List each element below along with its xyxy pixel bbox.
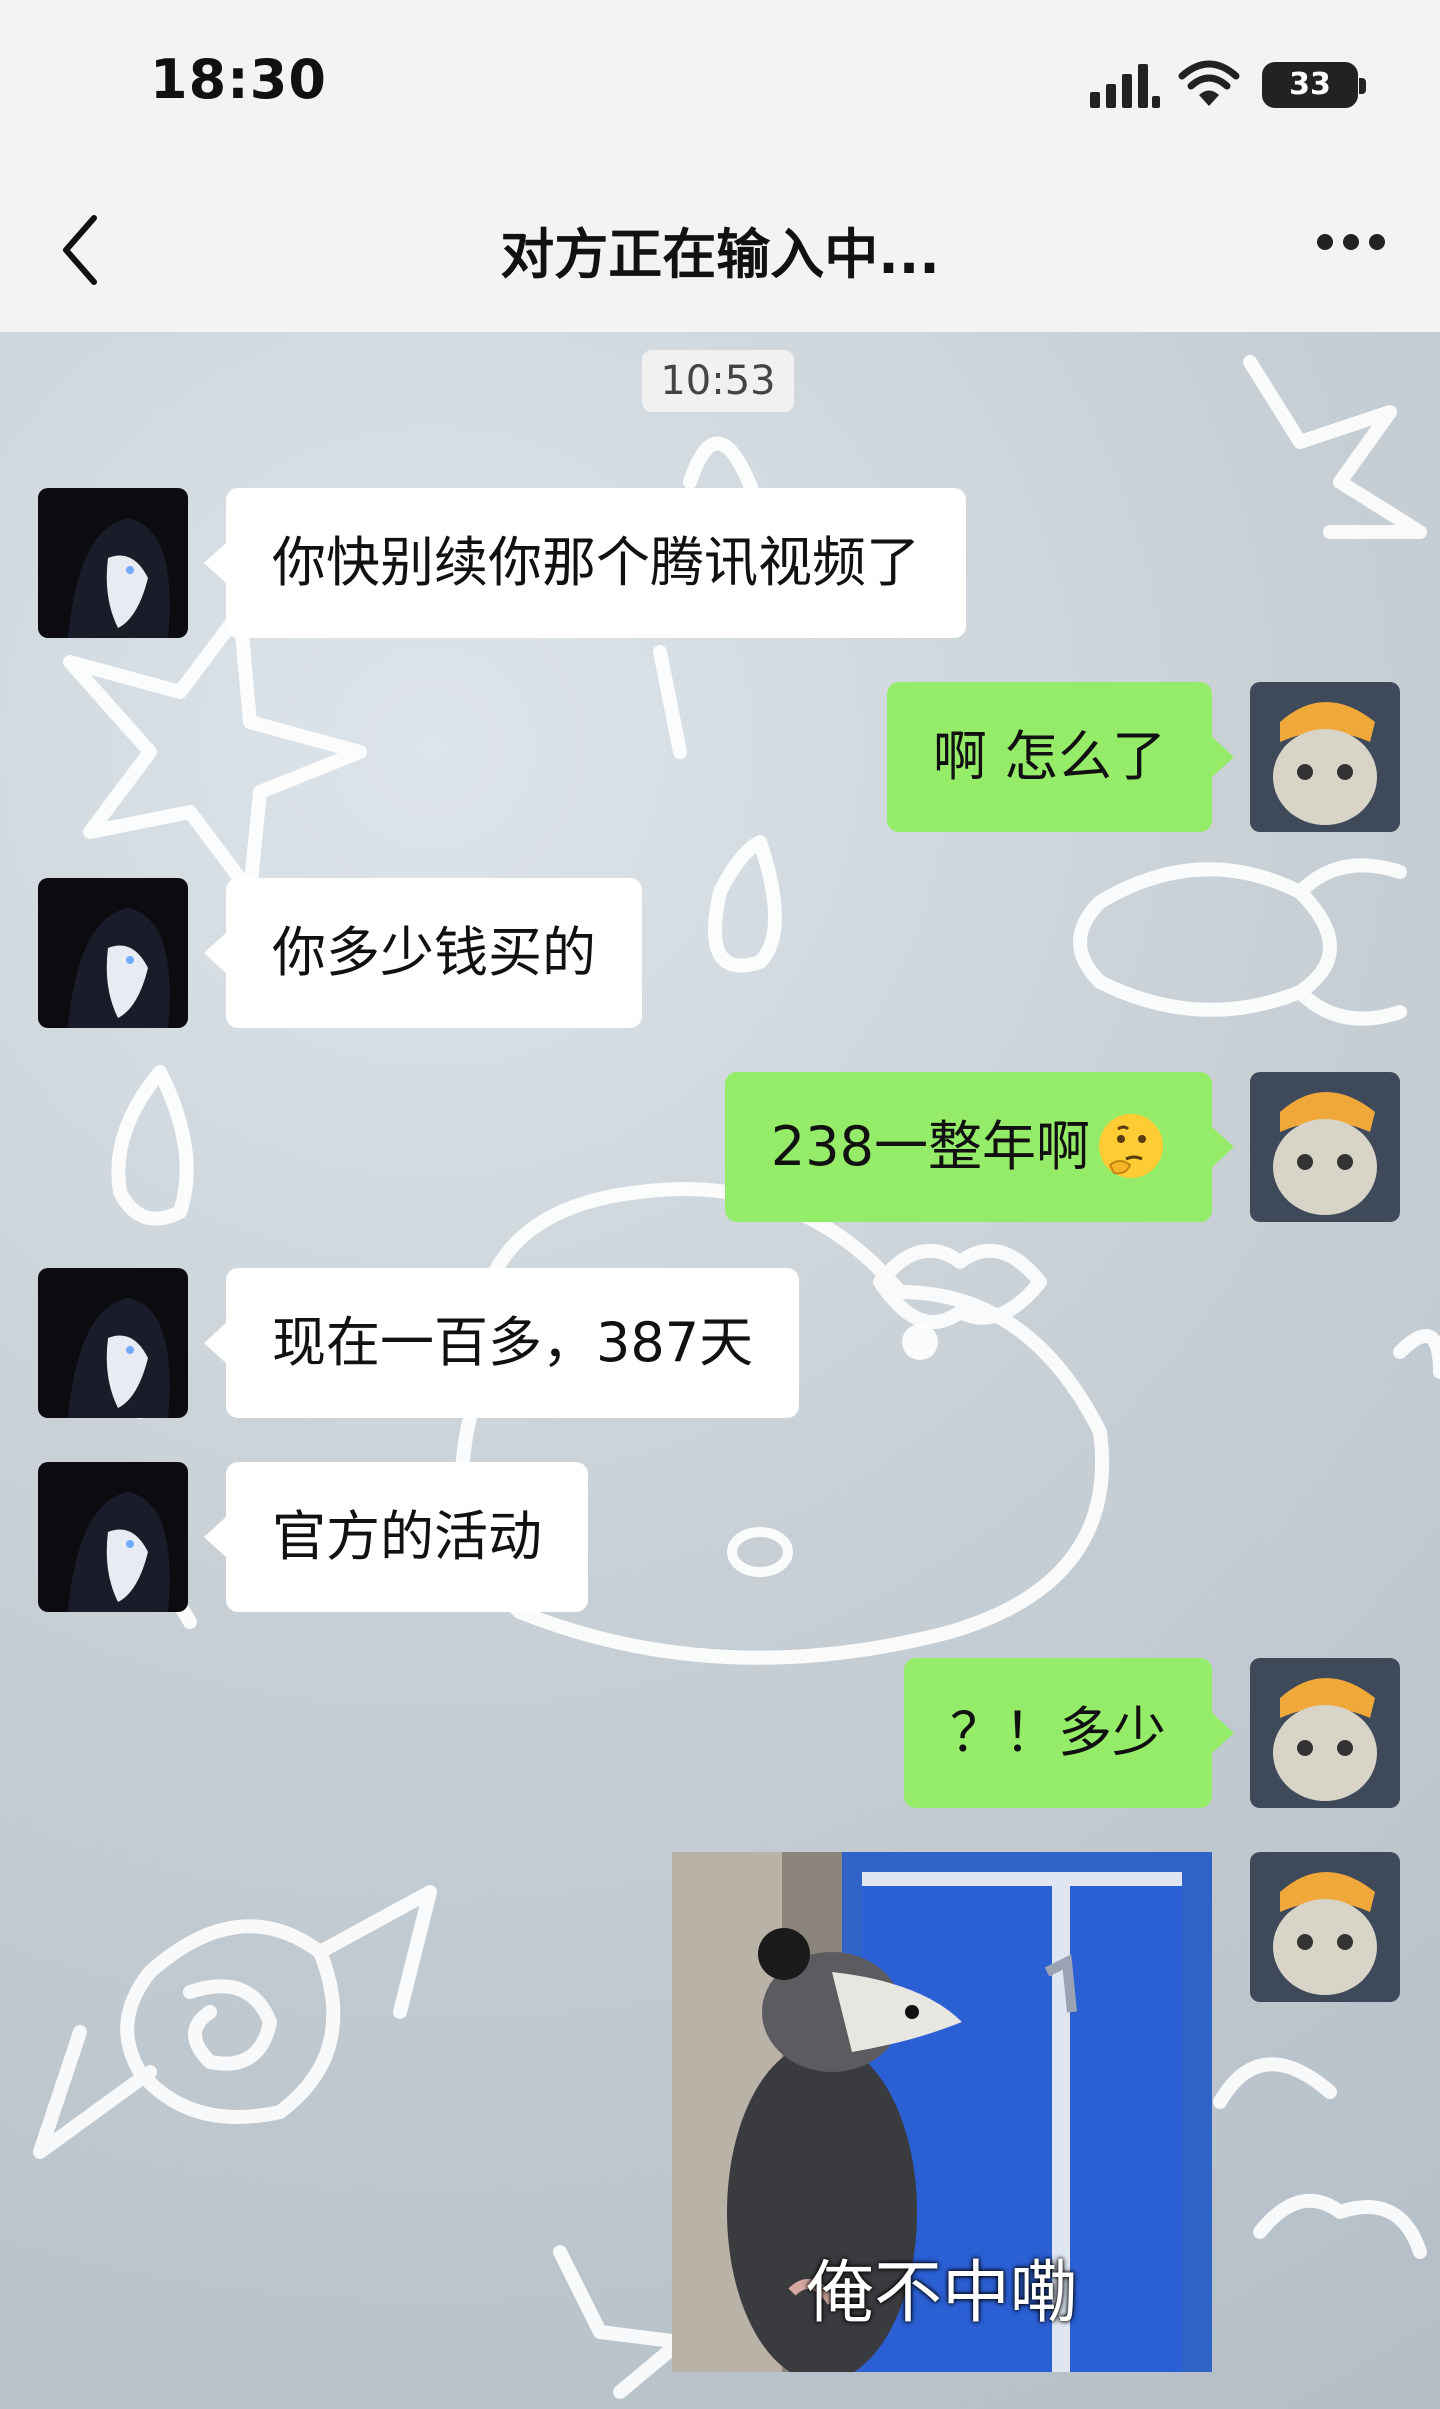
chat-title: 对方正在输入中...: [500, 223, 940, 286]
incoming-message[interactable]: 现在一百多，387天: [203, 1268, 800, 1418]
chat-header: 对方正在输入中...: [0, 170, 1440, 332]
battery-indicator: 33: [1262, 62, 1366, 108]
more-dot: [1343, 234, 1359, 250]
status-time: 18:30: [150, 48, 327, 111]
my-avatar[interactable]: [1250, 682, 1400, 832]
more-options-icon[interactable]: [1317, 234, 1385, 254]
message-text: 238一整年啊: [770, 1115, 1090, 1178]
battery-tip: [1359, 78, 1366, 94]
outgoing-message[interactable]: ？！多少: [904, 1658, 1234, 1808]
contact-avatar[interactable]: [38, 1462, 188, 1612]
outgoing-message[interactable]: 238一整年啊: [724, 1072, 1235, 1222]
wifi-icon: [1178, 60, 1240, 106]
status-bar: 18:30 33: [0, 0, 1440, 170]
message-timestamp: 10:53: [642, 350, 794, 412]
battery-level: 33: [1289, 67, 1331, 102]
my-avatar[interactable]: [1250, 1658, 1400, 1808]
thinking-face-icon: [1099, 1114, 1163, 1179]
more-dot: [1369, 234, 1385, 250]
my-avatar[interactable]: [1250, 1072, 1400, 1222]
sticker-image[interactable]: 俺不中嘞: [672, 1852, 1212, 2372]
incoming-message[interactable]: 你快别续你那个腾讯视频了: [204, 488, 966, 638]
my-avatar[interactable]: [1250, 1852, 1400, 2002]
contact-avatar[interactable]: [38, 1268, 188, 1418]
more-dot: [1317, 234, 1333, 250]
incoming-message[interactable]: 你多少钱买的: [204, 878, 642, 1028]
cellular-signal-icon: [1090, 64, 1160, 108]
contact-avatar[interactable]: [38, 878, 188, 1028]
contact-avatar[interactable]: [38, 488, 188, 638]
incoming-message[interactable]: 官方的活动: [204, 1462, 588, 1612]
sticker-caption: 俺不中嘞: [805, 2254, 1078, 2333]
outgoing-message[interactable]: 啊 怎么了: [886, 682, 1235, 832]
chat-area[interactable]: 10:53 你快别续你那个腾讯视频了 啊 怎么了 你多少钱买的 238一整年啊 …: [0, 332, 1440, 2409]
